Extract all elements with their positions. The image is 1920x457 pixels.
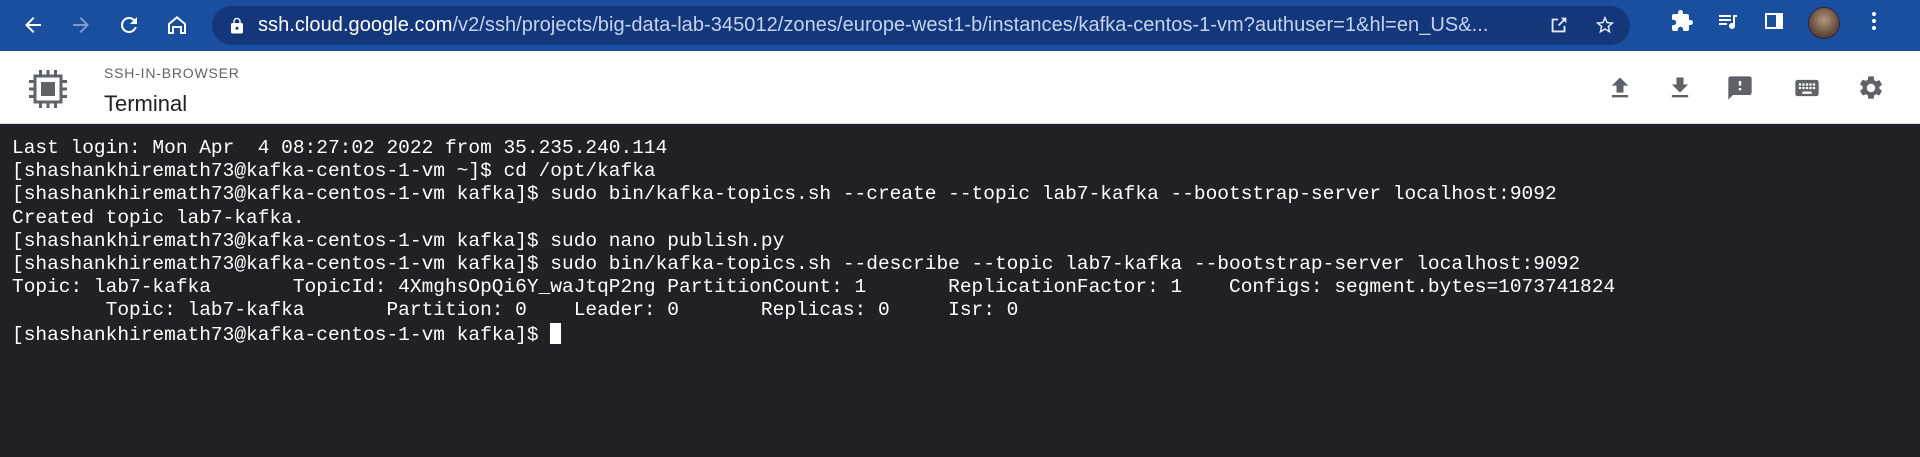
terminal-line: Last login: Mon Apr 4 08:27:02 2022 from… <box>12 137 668 159</box>
terminal-output[interactable]: Last login: Mon Apr 4 08:27:02 2022 from… <box>0 125 1920 457</box>
page-title: Terminal <box>104 91 188 116</box>
profile-avatar[interactable] <box>1808 7 1840 39</box>
lock-icon[interactable] <box>228 17 246 35</box>
download-icon[interactable] <box>1666 74 1694 102</box>
terminal-cursor <box>550 322 562 344</box>
compute-engine-chip-icon <box>28 69 68 109</box>
upload-icon[interactable] <box>1606 74 1634 102</box>
sidepanel-icon[interactable] <box>1762 9 1786 38</box>
media-icon[interactable] <box>1716 9 1740 38</box>
extensions-icon[interactable] <box>1670 9 1694 38</box>
terminal-line: [shashankhiremath73@kafka-centos-1-vm ka… <box>12 229 785 252</box>
share-icon[interactable] <box>1548 14 1570 41</box>
app-subtitle: SSH-IN-BROWSER <box>104 65 240 81</box>
address-bar[interactable]: ssh.cloud.google.com/v2/ssh/projects/big… <box>212 6 1630 45</box>
app-header: SSH-IN-BROWSER Terminal <box>0 51 1920 124</box>
terminal-prompt: [shashankhiremath73@kafka-centos-1-vm ka… <box>12 323 551 346</box>
terminal-prompt-line[interactable]: [shashankhiremath73@kafka-centos-1-vm ka… <box>12 322 1920 347</box>
more-icon[interactable] <box>1862 9 1886 38</box>
terminal-line: [shashankhiremath73@kafka-centos-1-vm ~]… <box>12 160 656 183</box>
back-icon[interactable] <box>15 7 51 43</box>
terminal-line: Created topic lab7-kafka. <box>12 206 305 229</box>
home-icon[interactable] <box>159 7 195 43</box>
feedback-icon[interactable] <box>1726 74 1754 102</box>
forward-icon[interactable] <box>63 7 99 43</box>
star-icon[interactable] <box>1594 14 1616 41</box>
settings-icon[interactable] <box>1857 74 1885 102</box>
url-path: /v2/ssh/projects/big-data-lab-345012/zon… <box>452 14 1489 36</box>
url-text[interactable]: ssh.cloud.google.com/v2/ssh/projects/big… <box>258 14 1523 37</box>
browser-toolbar: ssh.cloud.google.com/v2/ssh/projects/big… <box>0 0 1920 51</box>
terminal-line: Topic: lab7-kafka Partition: 0 Leader: 0… <box>12 299 1019 322</box>
terminal-line: Topic: lab7-kafka TopicId: 4XmghsOpQi6Y_… <box>12 276 1616 299</box>
terminal-line: [shashankhiremath73@kafka-centos-1-vm ka… <box>12 253 1581 276</box>
url-host: ssh.cloud.google.com <box>258 14 453 36</box>
terminal-line: [shashankhiremath73@kafka-centos-1-vm ka… <box>12 183 1557 206</box>
keyboard-icon[interactable] <box>1791 74 1823 102</box>
reload-icon[interactable] <box>111 7 147 43</box>
